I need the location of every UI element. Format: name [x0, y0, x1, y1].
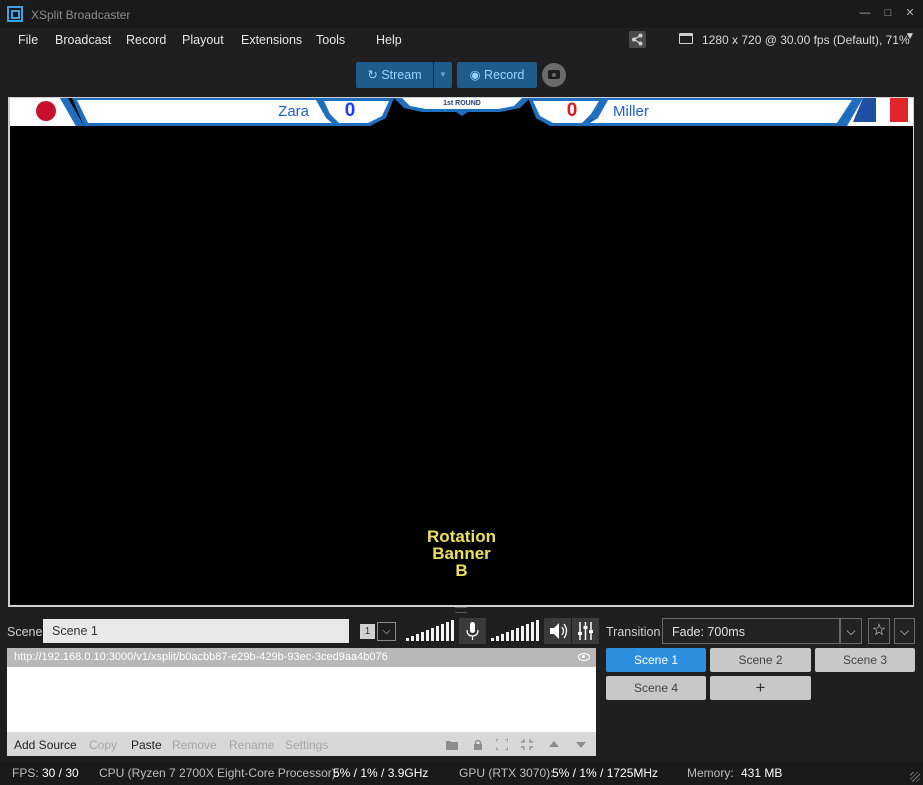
- source-item[interactable]: http://192.168.0.10:3000/v1/xsplit/b0acb…: [7, 648, 596, 667]
- toolbar: ↻ Stream ▼ ◉ Record: [0, 52, 923, 97]
- status-bar: FPS: 30 / 30 CPU (Ryzen 7 2700X Eight-Co…: [0, 762, 923, 785]
- left-player-name: Zara: [278, 103, 309, 120]
- add-scene-button[interactable]: +: [710, 676, 811, 700]
- stream-dropdown-button[interactable]: ▼: [434, 62, 452, 88]
- move-down-icon[interactable]: [575, 739, 587, 750]
- move-up-icon[interactable]: [548, 739, 560, 750]
- resolution-caret-icon[interactable]: ▼: [905, 31, 915, 42]
- window-title: XSplit Broadcaster: [31, 8, 131, 22]
- system-audio-meter[interactable]: [406, 619, 456, 641]
- round-pointer: [456, 112, 468, 116]
- folder-icon[interactable]: [446, 739, 458, 750]
- audio-mixer-button[interactable]: [572, 618, 599, 644]
- scene-button-4[interactable]: Scene 4: [606, 676, 706, 700]
- scene-dropdown-button[interactable]: ⌵: [377, 622, 396, 641]
- stream-icon: ↻: [367, 68, 378, 82]
- screenshot-button[interactable]: [542, 63, 566, 87]
- stream-label: Stream: [381, 68, 422, 82]
- microphone-icon: [466, 622, 479, 640]
- right-player-score: 0: [566, 100, 578, 121]
- scene-label: Scene: [7, 625, 43, 639]
- scene-button-1[interactable]: Scene 1: [606, 648, 706, 672]
- remove-button[interactable]: Remove: [172, 738, 217, 752]
- gpu-value: 5% / 1% / 1725MHz: [552, 766, 659, 780]
- settings-button[interactable]: Settings: [285, 738, 328, 752]
- rotation-banner: Rotation Banner B: [10, 528, 913, 579]
- scene-name-input[interactable]: Scene 1: [43, 619, 349, 643]
- resize-grip[interactable]: [910, 772, 920, 782]
- fit-icon[interactable]: [521, 739, 533, 750]
- favorite-star-icon[interactable]: ☆: [868, 618, 890, 644]
- france-flag-red: [890, 98, 908, 122]
- scene-button-2[interactable]: Scene 2: [710, 648, 811, 672]
- lock-icon[interactable]: [472, 739, 484, 750]
- banner-line-3: B: [455, 561, 468, 580]
- menu-playout[interactable]: Playout: [182, 33, 224, 47]
- transition-more-button[interactable]: ⌵: [894, 618, 915, 644]
- banner-line-1: Rotation: [427, 527, 496, 546]
- sources-toolbar: Add Source Copy Paste Remove Rename Sett…: [7, 732, 596, 756]
- fps-value: 30 / 30: [42, 766, 79, 780]
- visibility-eye-icon[interactable]: [578, 653, 590, 661]
- preview-canvas[interactable]: Zara 0 1st ROUND 0 Miller Rotation Banne…: [10, 98, 913, 605]
- speaker-button[interactable]: [544, 618, 571, 644]
- share-icon[interactable]: [629, 31, 646, 48]
- menu-extensions[interactable]: Extensions: [241, 33, 302, 47]
- menu-broadcast[interactable]: Broadcast: [55, 33, 111, 47]
- resolution-selector[interactable]: 1280 x 720 @ 30.00 fps (Default), 71%: [702, 33, 910, 47]
- rename-button[interactable]: Rename: [229, 738, 274, 752]
- menu-help[interactable]: Help: [376, 33, 402, 47]
- paste-button[interactable]: Paste: [131, 738, 162, 752]
- source-url: http://192.168.0.10:3000/v1/xsplit/b0acb…: [14, 651, 388, 663]
- transition-dropdown-button[interactable]: ⌵: [840, 618, 862, 644]
- minimize-button[interactable]: —: [858, 6, 872, 20]
- monitor-icon: [679, 33, 693, 44]
- record-label: Record: [484, 68, 525, 82]
- xsplit-logo-icon: [7, 6, 23, 22]
- maximize-button[interactable]: □: [881, 6, 895, 20]
- mixer-sliders-icon: [578, 622, 593, 640]
- copy-button[interactable]: Copy: [89, 738, 117, 752]
- left-player-score: 0: [344, 100, 356, 121]
- memory-value: 431 MB: [741, 766, 783, 780]
- sources-list[interactable]: http://192.168.0.10:3000/v1/xsplit/b0acb…: [7, 648, 596, 732]
- memory-label: Memory:: [687, 766, 734, 780]
- microphone-audio-meter[interactable]: [491, 619, 541, 641]
- gpu-label: GPU (RTX 3070):: [459, 766, 554, 780]
- banner-line-2: Banner: [432, 544, 491, 563]
- transition-label: Transition: [606, 625, 661, 639]
- round-label: 1st ROUND: [443, 100, 481, 107]
- scene-number-badge: 1: [360, 624, 375, 639]
- fps-label: FPS:: [12, 766, 39, 780]
- record-icon: ◉: [469, 68, 481, 82]
- fullscreen-icon[interactable]: [496, 739, 508, 750]
- transition-select[interactable]: Fade: 700ms: [662, 618, 840, 644]
- close-button[interactable]: ✕: [903, 6, 917, 20]
- menu-record[interactable]: Record: [126, 33, 166, 47]
- title-bar: XSplit Broadcaster — □ ✕: [0, 0, 923, 28]
- speaker-icon: [550, 623, 568, 639]
- menu-tools[interactable]: Tools: [316, 33, 345, 47]
- right-player-name: Miller: [613, 103, 649, 120]
- cpu-value: 5% / 1% / 3.9GHz: [333, 766, 429, 780]
- stream-button[interactable]: ↻ Stream: [356, 62, 433, 88]
- panel-splitter-handle[interactable]: [455, 607, 467, 613]
- microphone-button[interactable]: [459, 618, 486, 644]
- cpu-label: CPU (Ryzen 7 2700X Eight-Core Processor)…: [99, 766, 340, 780]
- xsplit-window: { "window": { "title": "XSplit Broadcast…: [0, 0, 923, 785]
- scene-button-3[interactable]: Scene 3: [815, 648, 915, 672]
- camera-lens: [551, 72, 557, 78]
- menu-file[interactable]: File: [18, 33, 38, 47]
- add-source-button[interactable]: Add Source: [14, 738, 77, 752]
- japan-flag-icon: [36, 101, 56, 121]
- share-glyph-icon: [632, 33, 643, 46]
- record-button[interactable]: ◉ Record: [457, 62, 537, 88]
